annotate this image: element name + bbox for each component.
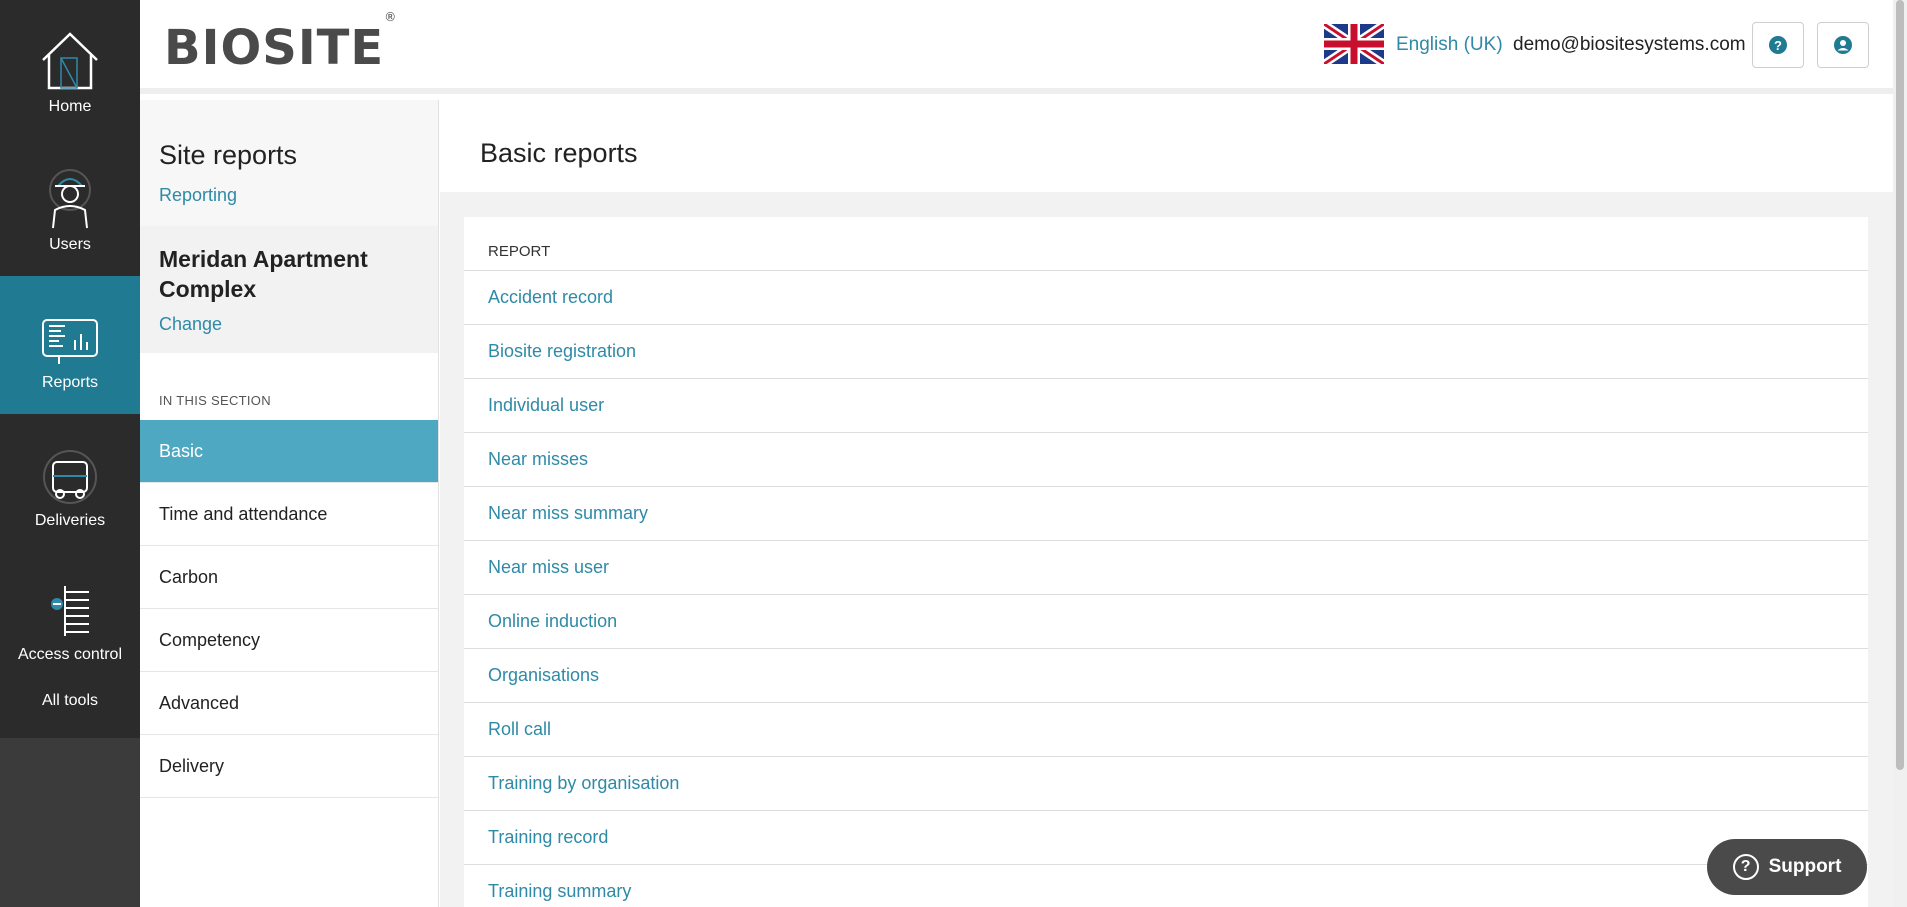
top-header: BIOSITE® English (UK) demo@biositesystem… xyxy=(140,0,1893,94)
report-link-training-summary[interactable]: Training summary xyxy=(464,865,1868,907)
nav-filler xyxy=(0,738,140,907)
question-icon: ? xyxy=(1732,854,1759,880)
sidebar-item-basic[interactable]: Basic xyxy=(140,420,438,483)
turnstile-icon xyxy=(51,586,89,636)
section-sidebar: Site reports Reporting Meridan Apartment… xyxy=(140,100,439,907)
reporting-link[interactable]: Reporting xyxy=(159,185,419,206)
logo-text: BIOSITE xyxy=(164,20,385,76)
house-icon xyxy=(42,32,98,90)
support-label: Support xyxy=(1768,856,1842,877)
nav-reports-label: Reports xyxy=(41,374,99,391)
nav-access-control-label: Access control xyxy=(17,646,123,663)
reports-table: REPORT Accident record Biosite registrat… xyxy=(464,217,1868,907)
nav-home[interactable]: Home xyxy=(0,0,140,138)
report-link-training-by-organisation[interactable]: Training by organisation xyxy=(464,757,1868,811)
sidebar-item-time-attendance[interactable]: Time and attendance xyxy=(140,483,438,546)
report-link-organisations[interactable]: Organisations xyxy=(464,649,1868,703)
uk-flag-icon[interactable] xyxy=(1324,24,1384,64)
change-site-link[interactable]: Change xyxy=(159,314,419,335)
nav-deliveries[interactable]: Deliveries xyxy=(0,414,140,552)
sidebar-title: Site reports xyxy=(159,140,298,170)
biosite-logo[interactable]: BIOSITE® xyxy=(164,10,397,76)
account-button[interactable] xyxy=(1817,22,1869,68)
user-email: demo@biositesystems.com xyxy=(1513,34,1746,55)
nav-users-label: Users xyxy=(49,236,91,253)
report-link-roll-call[interactable]: Roll call xyxy=(464,703,1868,757)
main-content: Basic reports REPORT Accident record Bio… xyxy=(440,100,1893,907)
report-link-online-induction[interactable]: Online induction xyxy=(464,595,1868,649)
nav-reports[interactable]: Reports xyxy=(0,276,140,414)
sidebar-item-advanced[interactable]: Advanced xyxy=(140,672,438,735)
truck-icon xyxy=(43,450,97,504)
user-circle-icon xyxy=(1834,36,1852,54)
site-name: Meridan Apartment Complex xyxy=(159,246,368,302)
report-link-biosite-registration[interactable]: Biosite registration xyxy=(464,325,1868,379)
sidebar-item-carbon[interactable]: Carbon xyxy=(140,546,438,609)
support-button[interactable]: ? Support xyxy=(1707,839,1867,895)
page-scrollbar[interactable] xyxy=(1893,0,1907,907)
sidebar-header: Site reports Reporting xyxy=(140,100,438,226)
help-button[interactable]: ? xyxy=(1752,22,1804,68)
report-link-near-misses[interactable]: Near misses xyxy=(464,433,1868,487)
in-this-section-label: IN THIS SECTION xyxy=(159,393,271,408)
logo-registered-mark: ® xyxy=(384,10,398,24)
help-circle-icon: ? xyxy=(1769,36,1787,54)
report-link-near-miss-summary[interactable]: Near miss summary xyxy=(464,487,1868,541)
report-link-training-record[interactable]: Training record xyxy=(464,811,1868,865)
worker-icon xyxy=(49,169,91,229)
page-title: Basic reports xyxy=(480,138,638,168)
scrollbar-thumb[interactable] xyxy=(1896,0,1904,770)
nav-deliveries-label: Deliveries xyxy=(34,512,106,529)
nav-users[interactable]: Users xyxy=(0,138,140,276)
nav-access-control[interactable]: Access control xyxy=(0,552,140,690)
language-selector[interactable]: English (UK) xyxy=(1396,34,1503,56)
main-nav: Home Users Reports Deliveries Access con… xyxy=(0,0,140,907)
sidebar-item-competency[interactable]: Competency xyxy=(140,609,438,672)
report-link-accident-record[interactable]: Accident record xyxy=(464,271,1868,325)
report-chart-icon xyxy=(42,319,98,364)
report-link-near-miss-user[interactable]: Near miss user xyxy=(464,541,1868,595)
nav-home-label: Home xyxy=(48,98,92,115)
report-link-individual-user[interactable]: Individual user xyxy=(464,379,1868,433)
column-header-report: REPORT xyxy=(464,217,1868,271)
svg-text:?: ? xyxy=(1774,38,1782,53)
site-selector: Meridan Apartment Complex Change xyxy=(140,226,438,353)
sidebar-item-delivery[interactable]: Delivery xyxy=(140,735,438,798)
page-header: Basic reports xyxy=(440,100,1893,192)
